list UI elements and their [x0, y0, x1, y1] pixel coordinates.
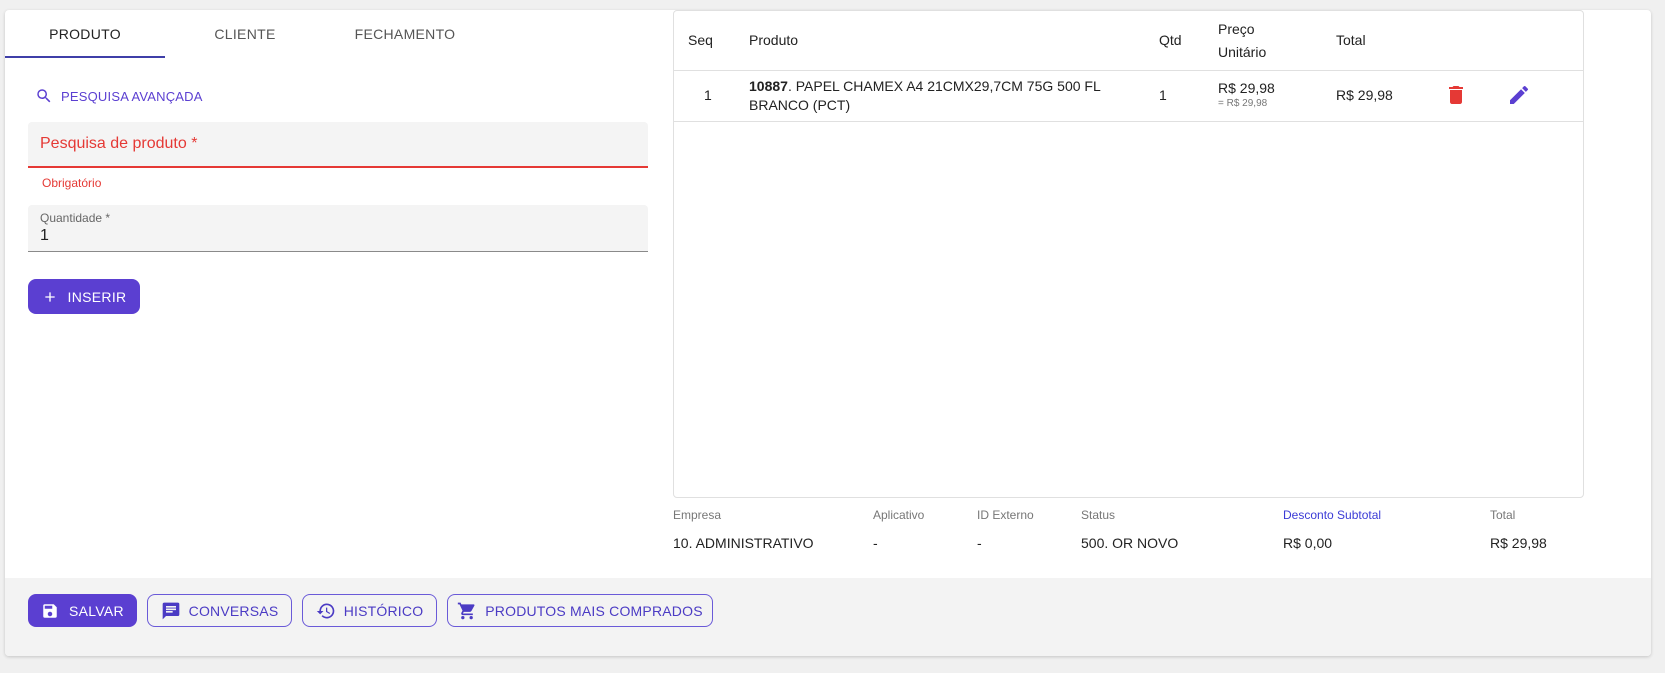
status-value: 500. OR NOVO: [1081, 535, 1179, 551]
empresa-value: 10. ADMINISTRATIVO: [673, 535, 814, 551]
conversas-button-label: CONVERSAS: [188, 602, 279, 619]
search-icon: [37, 89, 51, 103]
row-qty: 1: [1159, 87, 1167, 103]
save-icon: [43, 603, 57, 618]
product-search-input[interactable]: Pesquisa de produto *: [28, 122, 648, 168]
row-product-desc-line2: BRANCO (PCT): [749, 97, 851, 113]
save-button[interactable]: SALVAR: [28, 594, 137, 627]
produtos-button-label: PRODUTOS MAIS COMPRADOS: [485, 602, 703, 619]
id-externo-label: ID Externo: [977, 508, 1034, 522]
header-seq: Seq: [688, 32, 713, 48]
id-externo-value: -: [977, 535, 982, 551]
row-product-desc-line1: . PAPEL CHAMEX A4 21CMX29,7CM 75G 500 FL: [787, 78, 1101, 94]
trash-icon: [1449, 86, 1463, 104]
aplicativo-label: Aplicativo: [873, 508, 925, 522]
historico-button-label: HISTÓRICO: [343, 602, 424, 619]
pencil-icon: [1510, 85, 1529, 104]
conversas-button[interactable]: CONVERSAS: [147, 594, 292, 627]
empresa-label: Empresa: [673, 508, 722, 522]
row-product: 10887. PAPEL CHAMEX A4 21CMX29,7CM 75G 5…: [749, 77, 1129, 115]
table-row: 1 10887. PAPEL CHAMEX A4 21CMX29,7CM 75G…: [674, 70, 1583, 122]
row-unit-price-sub: = R$ 29,98: [1218, 98, 1268, 109]
quantity-label: Quantidade *: [40, 211, 111, 225]
save-button-label: SALVAR: [69, 602, 124, 619]
aplicativo-value: -: [873, 535, 878, 551]
header-unit-price-line1: Preço: [1218, 21, 1255, 37]
tab-produto[interactable]: PRODUTO: [5, 10, 165, 58]
row-total: R$ 29,98: [1336, 87, 1393, 103]
header-unit-price-line2: Unitário: [1218, 44, 1267, 60]
tab-fechamento[interactable]: FECHAMENTO: [325, 10, 485, 58]
advanced-search-link[interactable]: PESQUISA AVANÇADA: [35, 87, 203, 105]
edit-button[interactable]: [1507, 83, 1531, 107]
header-qty: Qtd: [1159, 32, 1182, 48]
desconto-value: R$ 0,00: [1283, 535, 1333, 551]
desconto-subtotal-link[interactable]: Desconto Subtotal: [1283, 508, 1381, 522]
order-card: PRODUTO CLIENTE FECHAMENTO PESQUISA AVAN…: [5, 10, 1651, 656]
table-header: Seq Produto Qtd Preço Unitário Total: [674, 11, 1583, 71]
advanced-search-label: PESQUISA AVANÇADA: [61, 88, 203, 104]
row-product-code: 10887: [749, 78, 788, 94]
insert-button-label: INSERIR: [67, 288, 127, 305]
chat-icon: [162, 602, 179, 619]
product-search-label: Pesquisa de produto *: [40, 135, 198, 152]
product-search-error: Obrigatório: [42, 176, 102, 190]
header-product: Produto: [749, 32, 799, 48]
delete-button[interactable]: [1444, 83, 1468, 107]
plus-icon: [44, 291, 55, 302]
header-total: Total: [1336, 32, 1366, 48]
total-label: Total: [1490, 508, 1516, 522]
footer-toolbar: SALVAR CONVERSAS HISTÓRICO PRODUTOS MAIS…: [5, 578, 1651, 656]
tab-bar: PRODUTO CLIENTE FECHAMENTO: [5, 10, 485, 58]
shopping-cart-icon: [458, 602, 475, 619]
history-icon: [316, 603, 335, 618]
row-unit-price: R$ 29,98: [1218, 80, 1275, 96]
row-seq: 1: [704, 87, 712, 103]
insert-button[interactable]: INSERIR: [28, 279, 140, 314]
items-table: Seq Produto Qtd Preço Unitário Total 1 1…: [673, 10, 1584, 498]
quantity-value: 1: [40, 227, 49, 244]
total-value: R$ 29,98: [1490, 535, 1547, 551]
quantity-field[interactable]: Quantidade * 1: [28, 205, 648, 252]
historico-button[interactable]: HISTÓRICO: [302, 594, 437, 627]
tab-cliente[interactable]: CLIENTE: [165, 10, 325, 58]
produtos-mais-comprados-button[interactable]: PRODUTOS MAIS COMPRADOS: [447, 594, 713, 627]
status-label: Status: [1081, 508, 1116, 522]
